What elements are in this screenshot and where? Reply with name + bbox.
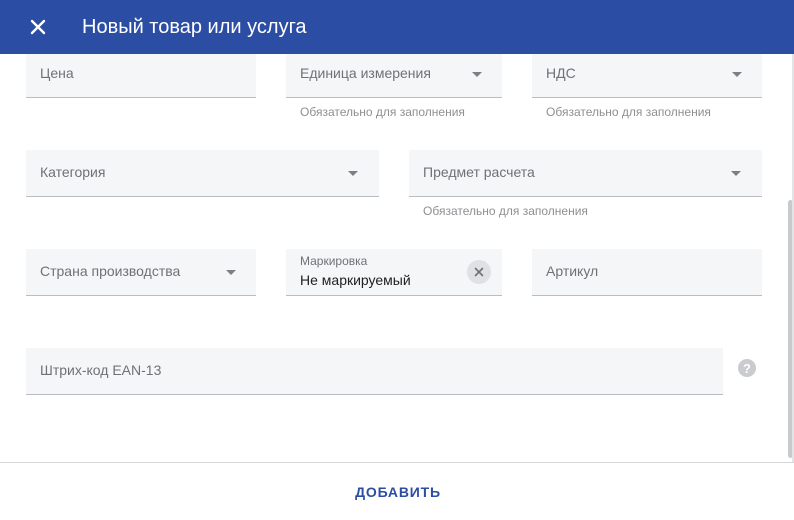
subject-hint: Обязательно для заполнения	[423, 204, 588, 218]
dialog-header: Новый товар или услуга	[0, 0, 794, 54]
article-field[interactable]: Артикул	[532, 249, 762, 296]
marking-select[interactable]: Маркировка Не маркируемый	[286, 249, 502, 296]
clear-marking-button[interactable]	[467, 260, 491, 284]
close-button[interactable]	[24, 13, 52, 41]
country-label: Страна производства	[40, 263, 181, 279]
vat-hint: Обязательно для заполнения	[546, 105, 711, 119]
chevron-down-icon	[226, 270, 236, 275]
price-label: Цена	[40, 65, 74, 81]
marking-value: Не маркируемый	[300, 272, 411, 288]
dialog-content: Цена Единица измерения Обязательно для з…	[0, 54, 794, 462]
unit-hint: Обязательно для заполнения	[300, 105, 465, 119]
close-icon	[30, 19, 46, 35]
dialog-footer: ДОБАВИТЬ	[0, 462, 794, 520]
chevron-down-icon	[348, 171, 358, 176]
unit-select[interactable]: Единица измерения	[286, 54, 502, 98]
vat-select[interactable]: НДС	[532, 54, 762, 98]
article-label: Артикул	[546, 263, 599, 279]
subject-label: Предмет расчета	[423, 164, 535, 180]
price-field[interactable]: Цена	[26, 54, 256, 98]
barcode-field[interactable]: Штрих-код EAN-13	[26, 348, 723, 395]
chevron-down-icon	[731, 171, 741, 176]
chevron-down-icon	[472, 72, 482, 77]
help-icon[interactable]: ?	[738, 359, 756, 377]
category-select[interactable]: Категория	[26, 150, 379, 197]
subject-select[interactable]: Предмет расчета	[409, 150, 762, 197]
close-icon	[474, 267, 484, 277]
marking-label: Маркировка	[300, 254, 368, 268]
dialog-title: Новый товар или услуга	[82, 16, 307, 38]
category-label: Категория	[40, 164, 106, 180]
unit-label: Единица измерения	[300, 65, 431, 81]
barcode-label: Штрих-код EAN-13	[40, 362, 162, 378]
vat-label: НДС	[546, 65, 576, 81]
add-button[interactable]: ДОБАВИТЬ	[340, 475, 456, 509]
chevron-down-icon	[732, 72, 742, 77]
country-select[interactable]: Страна производства	[26, 249, 256, 296]
